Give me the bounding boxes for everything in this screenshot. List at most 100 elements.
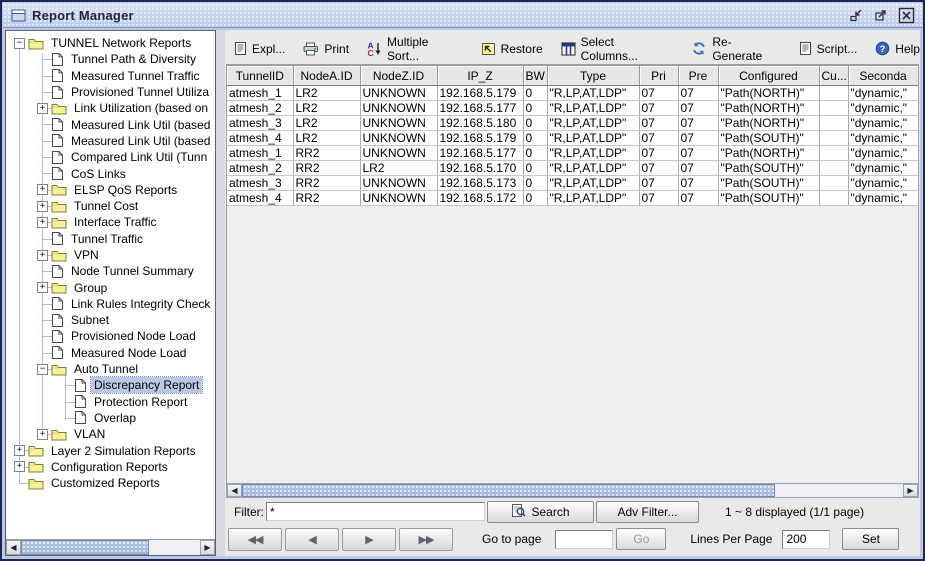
tree-item-link-rules-integrity-check[interactable]: Link Rules Integrity Check — [6, 296, 215, 312]
table-row[interactable]: atmesh_2 RR2 LR2 192.168.5.170 0 "R,LP,AT,LDP… — [227, 160, 918, 176]
tree-scrollbar-track[interactable] — [21, 540, 200, 555]
table-cell: "dynamic," — [848, 160, 918, 176]
tree-item-measured-link-util-based[interactable]: Measured Link Util (based — [6, 133, 215, 149]
table-cell: 0 — [523, 100, 548, 116]
tree-item-vpn[interactable]: + VPN — [6, 247, 215, 263]
table-row[interactable]: atmesh_4 RR2 UNKNOWN 192.168.5.172 0 "R,LP,AT… — [227, 190, 918, 206]
toolbar-button-script[interactable]: Script... — [799, 41, 857, 56]
tree-item-overlap[interactable]: Overlap — [6, 410, 215, 426]
tree-item-provisioned-node-load[interactable]: Provisioned Node Load — [6, 328, 215, 344]
table-cell: "Path(SOUTH)" — [718, 160, 820, 176]
goto-page-input[interactable] — [555, 529, 614, 549]
minimize-icon[interactable] — [847, 6, 865, 24]
tree-scrollbar-thumb[interactable] — [21, 540, 149, 555]
search-button[interactable]: Search — [487, 500, 594, 523]
table-horizontal-scrollbar[interactable]: ◀ ▶ — [226, 483, 919, 498]
tree-expander-minus-icon[interactable]: − — [37, 363, 48, 375]
toolbar-button-label: Expl... — [252, 41, 286, 56]
table-row[interactable]: atmesh_3 RR2 UNKNOWN 192.168.5.173 0 "R,LP,AT… — [227, 175, 918, 191]
tree-item-provisioned-tunnel-utiliza[interactable]: Provisioned Tunnel Utiliza — [6, 84, 215, 100]
tree-expander-plus-icon[interactable]: + — [37, 282, 48, 294]
tree-item-elsp-qos-reports[interactable]: + ELSP QoS Reports — [6, 182, 215, 198]
tree-expander-plus-icon[interactable]: + — [37, 249, 48, 261]
tree-item-vlan[interactable]: + VLAN — [6, 426, 215, 442]
tree-item-cos-links[interactable]: CoS Links — [6, 165, 215, 181]
table-cell: 0 — [523, 115, 548, 131]
toolbar-button-help[interactable]: ? Help — [875, 41, 920, 56]
toolbar-button-multiple-sort[interactable]: A C Multiple Sort... — [367, 35, 463, 63]
column-header-pri[interactable]: Pri — [639, 65, 679, 86]
close-icon[interactable] — [897, 6, 915, 24]
table-row[interactable]: atmesh_4 LR2 UNKNOWN 192.168.5.179 0 "R,LP,AT… — [227, 130, 918, 146]
column-header-bw[interactable]: BW — [523, 65, 548, 86]
first-page-button[interactable]: ◀◀ — [228, 527, 282, 551]
toolbar-button-re-generate[interactable]: Re-Generate — [691, 35, 780, 63]
tree-expander-plus-icon[interactable]: + — [37, 184, 48, 196]
tree-item-label: Compared Link Util (Tunn — [71, 150, 208, 165]
table-row[interactable]: atmesh_1 LR2 UNKNOWN 192.168.5.179 0 "R,LP,AT… — [227, 85, 918, 101]
toolbar-button-select-columns[interactable]: Select Columns... — [561, 35, 674, 63]
table-row[interactable]: atmesh_3 LR2 UNKNOWN 192.168.5.180 0 "R,LP,AT… — [227, 115, 918, 131]
previous-page-button[interactable]: ◀ — [285, 527, 339, 551]
tree-expander-minus-icon[interactable]: − — [14, 37, 25, 49]
tree-expander-plus-icon[interactable]: + — [37, 428, 48, 440]
tree-expander-plus-icon[interactable]: + — [37, 102, 48, 114]
filter-input[interactable] — [266, 502, 485, 521]
tree-item-measured-tunnel-traffic[interactable]: Measured Tunnel Traffic — [6, 68, 215, 84]
table-row[interactable]: atmesh_1 RR2 UNKNOWN 192.168.5.177 0 "R,LP,AT… — [227, 145, 918, 161]
scroll-right-icon[interactable]: ▶ — [200, 540, 215, 555]
adv-filter-button[interactable]: Adv Filter... — [596, 500, 699, 523]
tree-expander-plus-icon[interactable]: + — [14, 461, 25, 473]
scroll-left-icon[interactable]: ◀ — [6, 540, 21, 555]
tree-item-compared-link-util-tunn[interactable]: Compared Link Util (Tunn — [6, 149, 215, 165]
column-header-nodea-id[interactable]: NodeA.ID — [293, 65, 361, 86]
tree-expander-plus-icon[interactable]: + — [37, 200, 48, 212]
tree-item-tunnel-traffic[interactable]: Tunnel Traffic — [6, 231, 215, 247]
column-header-cu[interactable]: Cu... — [819, 65, 849, 86]
tree-item-measured-node-load[interactable]: Measured Node Load — [6, 345, 215, 361]
left-arrow-icon: ◀ — [308, 533, 317, 546]
maximize-icon[interactable] — [872, 6, 890, 24]
go-button[interactable]: Go — [616, 528, 667, 550]
tree-item-group[interactable]: + Group — [6, 279, 215, 295]
column-header-tunnelid[interactable]: TunnelID — [227, 65, 294, 86]
tree-item-interface-traffic[interactable]: + Interface Traffic — [6, 214, 215, 230]
tree-item-node-tunnel-summary[interactable]: Node Tunnel Summary — [6, 263, 215, 279]
tree-item-configuration-reports[interactable]: + Configuration Reports — [6, 459, 215, 475]
tree-item-auto-tunnel[interactable]: − Auto Tunnel — [6, 361, 215, 377]
panel-splitter[interactable] — [216, 30, 225, 556]
scroll-left-icon[interactable]: ◀ — [227, 484, 242, 497]
tree-item-tunnel-path-diversity[interactable]: Tunnel Path & Diversity — [6, 51, 215, 67]
toolbar-button-expl[interactable]: Expl... — [234, 41, 285, 56]
toolbar-button-print[interactable]: Print — [303, 42, 349, 56]
column-header-nodez-id[interactable]: NodeZ.ID — [360, 65, 438, 86]
lines-per-page-input[interactable] — [782, 529, 831, 549]
table-scrollbar-track[interactable] — [242, 484, 903, 497]
tree-horizontal-scrollbar[interactable]: ◀ ▶ — [6, 539, 215, 555]
tree-item-tunnel-network-reports[interactable]: − TUNNEL Network Reports — [6, 35, 215, 51]
table-row[interactable]: atmesh_2 LR2 UNKNOWN 192.168.5.177 0 "R,LP,AT… — [227, 100, 918, 116]
tree-item-layer-2-simulation-reports[interactable]: + Layer 2 Simulation Reports — [6, 442, 215, 458]
tree-item-link-utilization-based-on[interactable]: + Link Utilization (based on — [6, 100, 215, 116]
tree-item-protection-report[interactable]: Protection Report — [6, 394, 215, 410]
tree-item-measured-link-util-based[interactable]: Measured Link Util (based — [6, 116, 215, 132]
tree-item-customized-reports[interactable]: Customized Reports — [6, 475, 215, 491]
tree-item-discrepancy-report[interactable]: Discrepancy Report — [6, 376, 215, 395]
column-header-ip-z[interactable]: IP_Z — [437, 65, 524, 86]
column-header-configured[interactable]: Configured — [718, 65, 820, 86]
tree-item-tunnel-cost[interactable]: + Tunnel Cost — [6, 198, 215, 214]
column-header-pre[interactable]: Pre — [678, 65, 719, 86]
tree-expander-plus-icon[interactable]: + — [14, 445, 25, 457]
scroll-right-icon[interactable]: ▶ — [903, 484, 918, 497]
column-header-seconda[interactable]: Seconda — [848, 65, 918, 86]
table-cell: atmesh_4 — [227, 130, 294, 146]
toolbar-button-restore[interactable]: Restore — [481, 42, 543, 56]
next-page-button[interactable]: ▶ — [342, 527, 396, 551]
table-scrollbar-thumb[interactable] — [242, 484, 775, 497]
tree-expander-plus-icon[interactable]: + — [37, 216, 48, 228]
column-header-type[interactable]: Type — [547, 65, 640, 86]
last-page-button[interactable]: ▶▶ — [399, 527, 453, 551]
titlebar[interactable]: Report Manager — [3, 3, 922, 28]
tree-item-subnet[interactable]: Subnet — [6, 312, 215, 328]
set-button[interactable]: Set — [842, 528, 900, 550]
